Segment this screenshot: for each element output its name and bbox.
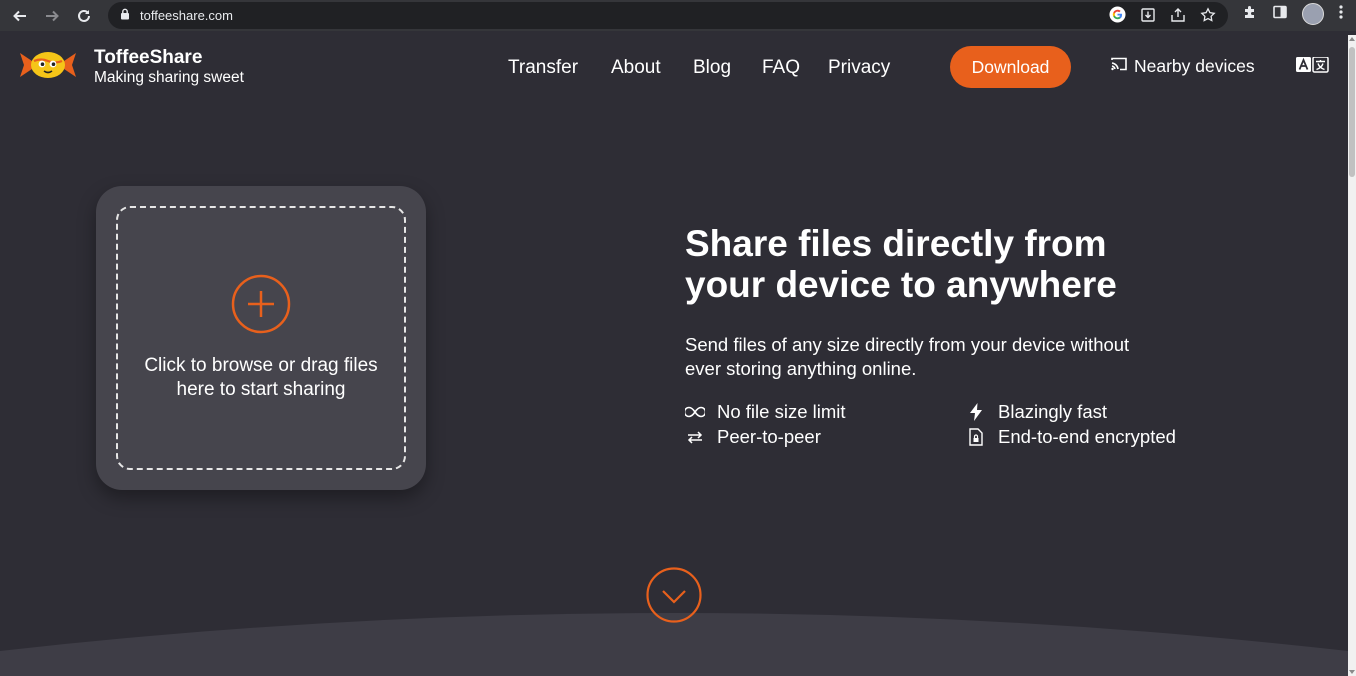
- feature-label: Blazingly fast: [998, 401, 1107, 422]
- swap-arrows-icon: [685, 430, 705, 444]
- feature-no-size-limit: No file size limit: [685, 401, 846, 423]
- share-icon[interactable]: [1170, 7, 1186, 28]
- site-header: ToffeeShare Making sharing sweet Transfe…: [0, 35, 1348, 105]
- scroll-up-arrow-icon[interactable]: [1349, 37, 1355, 41]
- infinity-icon: [685, 406, 705, 418]
- hero-subtitle: Send files of any size directly from you…: [685, 333, 1185, 381]
- file-drop-zone[interactable]: Click to browse or drag files here to st…: [116, 206, 406, 470]
- nav-blog[interactable]: Blog: [693, 57, 731, 79]
- nav-transfer[interactable]: Transfer: [508, 57, 578, 79]
- feature-peer-to-peer: Peer-to-peer: [685, 426, 821, 448]
- scroll-down-arrow-icon[interactable]: [1349, 670, 1355, 674]
- page-scrollbar[interactable]: [1348, 35, 1356, 676]
- feature-label: Peer-to-peer: [717, 426, 821, 447]
- feature-blazingly-fast: Blazingly fast: [966, 401, 1107, 423]
- reload-icon[interactable]: [72, 4, 96, 28]
- lock-icon[interactable]: [120, 7, 130, 25]
- profile-avatar[interactable]: [1302, 3, 1324, 25]
- drop-text-line2: here to start sharing: [176, 379, 346, 400]
- add-file-plus-icon[interactable]: [231, 274, 291, 339]
- nearby-devices-label: Nearby devices: [1134, 56, 1255, 76]
- url-text[interactable]: toffeeshare.com: [140, 8, 233, 23]
- feature-label: No file size limit: [717, 401, 846, 422]
- side-panel-icon[interactable]: [1272, 4, 1288, 25]
- cast-icon: [1110, 56, 1128, 77]
- drop-text-line1: Click to browse or drag files: [144, 355, 378, 376]
- lightning-icon: [966, 403, 986, 421]
- nav-about[interactable]: About: [611, 57, 661, 79]
- nav-faq[interactable]: FAQ: [762, 57, 800, 79]
- scroll-thumb[interactable]: [1349, 47, 1355, 177]
- brand-tagline: Making sharing sweet: [94, 69, 244, 86]
- forward-arrow-icon[interactable]: [40, 4, 64, 28]
- hero-title: Share files directly from your device to…: [685, 223, 1205, 305]
- page: ToffeeShare Making sharing sweet Transfe…: [0, 35, 1348, 676]
- translate-icon[interactable]: [1296, 56, 1329, 78]
- file-drop-card[interactable]: Click to browse or drag files here to st…: [96, 186, 426, 490]
- toffee-logo-icon[interactable]: [18, 45, 78, 90]
- brand-name[interactable]: ToffeeShare: [94, 47, 202, 69]
- hero-title-line1: Share files directly from: [685, 223, 1107, 264]
- encrypted-file-icon: [966, 428, 986, 446]
- hero-subtitle-line1: Send files of any size directly from you…: [685, 334, 1130, 355]
- download-button[interactable]: Download: [950, 46, 1071, 88]
- feature-end-to-end-encrypted: End-to-end encrypted: [966, 426, 1176, 448]
- extensions-icon[interactable]: [1242, 4, 1258, 25]
- menu-icon[interactable]: [1338, 4, 1344, 25]
- nav-privacy[interactable]: Privacy: [828, 57, 890, 79]
- browser-toolbar: toffeeshare.com: [0, 0, 1356, 31]
- install-icon[interactable]: [1140, 7, 1156, 28]
- hero-subtitle-line2: ever storing anything online.: [685, 358, 917, 379]
- nearby-devices-button[interactable]: Nearby devices: [1110, 56, 1255, 77]
- hero-title-line2: your device to anywhere: [685, 264, 1117, 305]
- address-bar[interactable]: toffeeshare.com: [108, 2, 1228, 29]
- google-icon[interactable]: [1109, 6, 1126, 28]
- drop-instructions: Click to browse or drag files here to st…: [118, 354, 404, 402]
- scroll-down-chevron-icon[interactable]: [646, 567, 702, 628]
- star-icon[interactable]: [1200, 6, 1216, 28]
- back-arrow-icon[interactable]: [8, 4, 32, 28]
- feature-label: End-to-end encrypted: [998, 426, 1176, 447]
